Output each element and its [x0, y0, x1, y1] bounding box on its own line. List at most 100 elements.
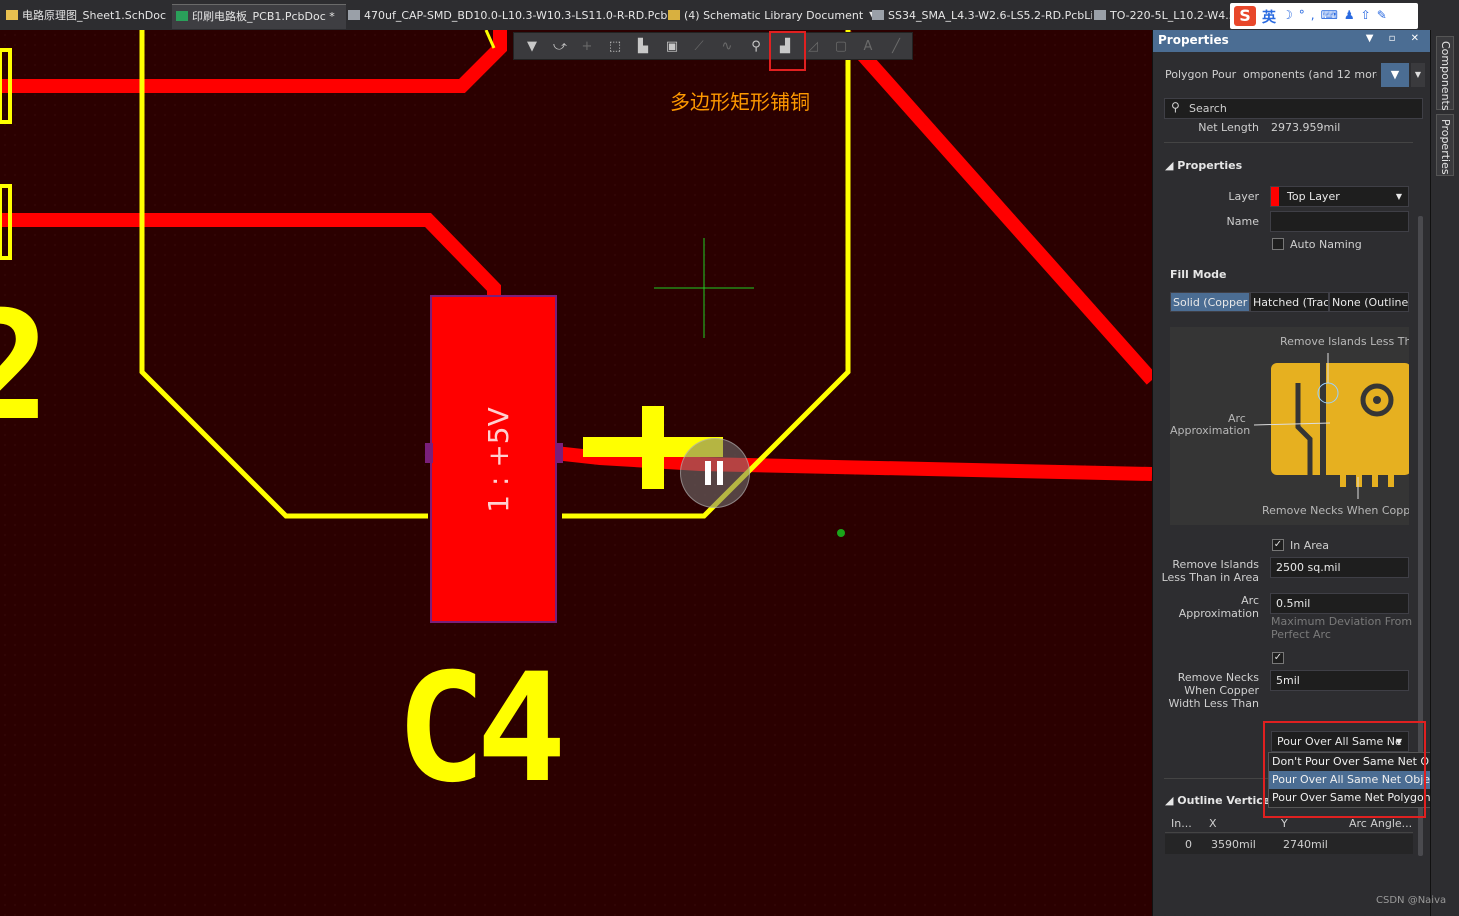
remove-necks-label: Remove Necks When Copper Width Less Than — [1161, 671, 1259, 710]
label-line: When Copper — [1184, 684, 1259, 697]
remove-islands-label: Remove Islands Less Than in Area — [1161, 558, 1259, 584]
name-label: Name — [1226, 215, 1259, 228]
cross-icon[interactable]: + — [577, 37, 597, 57]
layer-color-swatch — [1271, 187, 1279, 206]
filter-label: Polygon Pour — [1165, 68, 1237, 81]
chevron-down-icon[interactable]: ▼ — [1411, 63, 1425, 87]
vertex-y: 2740mil — [1283, 838, 1328, 851]
tab-label: 470uf_CAP-SMD_BD10.0-L10.3-W10.3-LS11.0-… — [364, 9, 668, 22]
filter-value[interactable]: omponents (and 12 more) — [1243, 68, 1377, 81]
designator-partial: 2 — [0, 280, 50, 454]
in-area-label: In Area — [1290, 539, 1330, 552]
net-length-label: Net Length — [1198, 121, 1259, 134]
pad-label: 1 : +5V — [482, 407, 515, 512]
pad-tab — [425, 443, 433, 463]
route-icon[interactable]: ⤻ — [550, 37, 570, 57]
right-sidebar: Components Properties — [1430, 30, 1459, 916]
fill-mode-none[interactable]: None (Outlines — [1329, 292, 1409, 312]
designator-c4: C4 — [396, 642, 560, 816]
pcblib-icon — [1094, 10, 1106, 20]
properties-section-header[interactable]: ◢ Properties — [1165, 159, 1242, 172]
pcblib-icon — [872, 10, 884, 20]
polarity-plus — [642, 406, 664, 489]
tab-label: TO-220-5L_L10.2-W4.5-P — [1110, 9, 1238, 22]
pcblib-icon — [348, 10, 360, 20]
tab-pcblib-to220[interactable]: TO-220-5L_L10.2-W4.5-P — [1090, 4, 1238, 28]
label-line: Remove Islands — [1172, 558, 1259, 571]
outline-vertices-header[interactable]: ◢ Outline Vertices — [1165, 794, 1277, 807]
ime-toolbar: S 英 ☽°,⌨♟⇧✎ — [1230, 3, 1418, 29]
pcb-canvas[interactable]: 1 : +5V 2 C4 多边形矩形铺铜 — [0, 30, 1152, 916]
diff-route-icon[interactable]: ∿ — [717, 37, 737, 57]
tab-pcb[interactable]: 印刷电路板_PCB1.PcbDoc * — [172, 4, 346, 29]
pad-tab — [555, 443, 563, 463]
hint-line: Perfect Arc — [1271, 628, 1331, 641]
name-field[interactable] — [1270, 211, 1409, 232]
active-bar-toolbar: ▼ ⤻ + ⬚ ▙ ▣ ⟋ ∿ ⚲ ▟ ◿ ▢ A ╱ — [513, 31, 913, 71]
remove-necks-field[interactable]: 5mil — [1270, 670, 1409, 691]
tab-pcblib-470uf[interactable]: 470uf_CAP-SMD_BD10.0-L10.3-W10.3-LS11.0-… — [344, 4, 668, 28]
string-box-icon[interactable]: ▢ — [831, 37, 851, 57]
region-icon[interactable]: ◿ — [803, 37, 823, 57]
remove-necks-checkbox[interactable]: ✓ — [1272, 652, 1284, 664]
pause-icon — [717, 461, 723, 485]
label-line: Less Than in Area — [1161, 571, 1259, 584]
tab-pcblib-ss34[interactable]: SS34_SMA_L4.3-W2.6-LS5.2-RD.PcbLib — [868, 4, 1092, 28]
pcbdoc-icon — [176, 11, 188, 21]
annotation-polygon-pour: 多边形矩形铺铜 — [670, 90, 810, 114]
schlib-icon — [668, 10, 680, 20]
tab-label: (4) Schematic Library Document — [684, 9, 864, 22]
sidebar-tab-properties[interactable]: Properties — [1436, 114, 1454, 176]
net-length-value: 2973.959mil — [1271, 121, 1341, 134]
panel-header: Properties ▼ ▫ ✕ — [1153, 30, 1431, 52]
tab-label: 电路原理图_Sheet1.SchDoc — [22, 9, 167, 22]
filter-icon[interactable]: ▼ — [522, 37, 542, 57]
vertex-x: 3590mil — [1211, 838, 1256, 851]
sidebar-tab-components[interactable]: Components — [1436, 36, 1454, 111]
chip-icon[interactable]: ▣ — [662, 37, 682, 57]
pause-icon — [705, 461, 711, 485]
label-line: Remove Necks — [1177, 671, 1259, 684]
fill-mode-label: Fill Mode — [1170, 268, 1227, 281]
panel-window-icons[interactable]: ▼ ▫ ✕ — [1366, 33, 1425, 44]
panel-title: Properties — [1158, 33, 1229, 47]
tab-schematic[interactable]: 电路原理图_Sheet1.SchDoc — [2, 4, 176, 28]
column-header[interactable]: In... — [1171, 817, 1192, 830]
watermark: CSDN @Naiva — [1376, 895, 1447, 906]
chevron-down-icon: ▼ — [1395, 192, 1402, 201]
hint-line: Maximum Deviation From — [1271, 615, 1413, 628]
column-header[interactable]: Arc Angle... — [1349, 817, 1412, 830]
section-title: Properties — [1177, 159, 1243, 172]
fill-mode-hatched[interactable]: Hatched (Track — [1250, 292, 1329, 312]
layer-select[interactable]: Top Layer ▼ — [1270, 186, 1409, 207]
filter-icon[interactable]: ▼ — [1381, 63, 1409, 87]
pause-button[interactable] — [680, 438, 750, 508]
sogou-logo-icon: S — [1234, 6, 1256, 26]
arc-hint: Maximum Deviation From Perfect Arc — [1271, 615, 1412, 641]
column-header[interactable]: Y — [1281, 817, 1288, 830]
via-icon[interactable]: ⚲ — [746, 37, 766, 57]
line-icon[interactable]: ╱ — [886, 37, 906, 57]
layer-label: Layer — [1228, 190, 1259, 203]
tab-schlib[interactable]: (4) Schematic Library Document▼ — [664, 4, 872, 28]
auto-naming-checkbox[interactable] — [1272, 238, 1284, 250]
auto-naming-label: Auto Naming — [1290, 238, 1362, 251]
in-area-checkbox[interactable]: ✓ — [1272, 539, 1284, 551]
vertex-index: 0 — [1185, 838, 1192, 851]
select-rect-icon[interactable]: ⬚ — [605, 37, 625, 57]
ime-mode[interactable]: 英 — [1262, 7, 1276, 27]
schdoc-icon — [6, 10, 18, 20]
arc-approximation-field[interactable]: 0.5mil — [1270, 593, 1409, 614]
label-line: Approximation — [1178, 607, 1259, 620]
text-icon[interactable]: A — [858, 37, 878, 57]
origin-dot — [837, 529, 845, 537]
search-input[interactable]: Search — [1164, 98, 1423, 119]
column-header[interactable]: X — [1209, 817, 1217, 830]
interactive-route-icon[interactable]: ⟋ — [689, 37, 709, 57]
fill-mode-solid[interactable]: Solid (Copper R — [1170, 292, 1250, 312]
table-row[interactable]: 0 3590mil 2740mil — [1165, 834, 1413, 854]
remove-islands-field[interactable]: 2500 sq.mil — [1270, 557, 1409, 578]
pcb-drawing: 1 : +5V 2 C4 — [0, 30, 1152, 916]
highlight-box — [1263, 721, 1426, 818]
bar-chart-icon[interactable]: ▙ — [633, 37, 653, 57]
